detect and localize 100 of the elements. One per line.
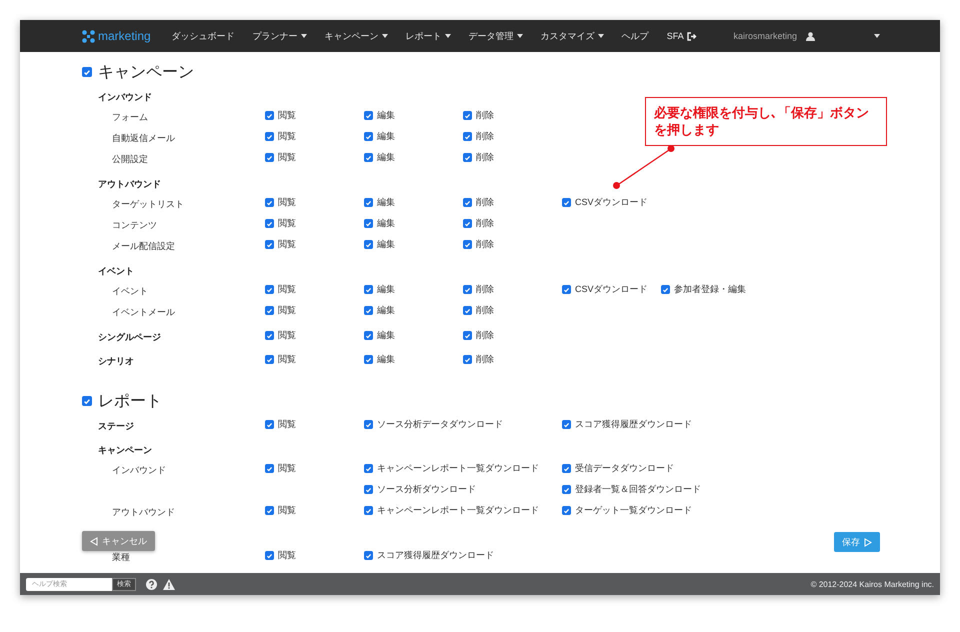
menu-item[interactable]: ダッシュボード — [162, 30, 244, 42]
checkbox[interactable] — [562, 198, 571, 207]
checkbox[interactable] — [82, 67, 92, 77]
checkbox[interactable] — [661, 285, 670, 294]
checkbox[interactable] — [463, 111, 472, 120]
checkbox-label: 削除 — [476, 329, 494, 342]
checkbox[interactable] — [265, 132, 274, 141]
checkbox[interactable] — [463, 331, 472, 340]
item-label: コンテンツ — [112, 220, 157, 230]
menu-item[interactable]: ヘルプ — [612, 30, 658, 42]
group-label: アウトバウンド — [98, 178, 161, 188]
checkbox[interactable] — [364, 153, 373, 162]
checkbox[interactable] — [265, 198, 274, 207]
checkbox-label: 編集 — [377, 283, 395, 296]
checkbox-label: 閲覧 — [278, 151, 296, 164]
checkbox[interactable] — [364, 198, 373, 207]
caret-icon[interactable] — [874, 34, 880, 38]
checkbox-label: 参加者登録・編集 — [674, 283, 746, 296]
checkbox-label: 編集 — [377, 353, 395, 366]
menu-item[interactable]: カスタマイズ — [532, 30, 613, 42]
logo-text[interactable]: marketing — [98, 29, 151, 43]
checkbox[interactable] — [265, 551, 274, 560]
checkbox[interactable] — [364, 111, 373, 120]
checkbox[interactable] — [463, 240, 472, 249]
warning-icon[interactable] — [163, 578, 175, 590]
checkbox[interactable] — [364, 219, 373, 228]
checkbox-label: 削除 — [476, 353, 494, 366]
checkbox-label: 閲覧 — [278, 283, 296, 296]
checkbox[interactable] — [364, 132, 373, 141]
checkbox[interactable] — [562, 420, 571, 429]
checkbox[interactable] — [463, 219, 472, 228]
group-label: ステージ — [98, 420, 134, 430]
group-label: キャンペーン — [98, 444, 152, 454]
checkbox[interactable] — [265, 355, 274, 364]
item-label: ターゲットリスト — [112, 198, 184, 208]
leader-line — [612, 144, 676, 190]
checkbox[interactable] — [562, 285, 571, 294]
menu-item[interactable]: データ管理 — [460, 30, 532, 42]
item-label: イベント — [112, 286, 148, 296]
user-icon[interactable] — [806, 32, 815, 40]
copyright-text: © 2012-2024 Kairos Marketing inc. — [810, 580, 934, 588]
checkbox-label: CSVダウンロード — [575, 196, 648, 209]
checkbox[interactable] — [463, 355, 472, 364]
checkbox-label: スコア獲得履歴ダウンロード — [575, 418, 692, 431]
checkbox[interactable] — [364, 240, 373, 249]
checkbox-label: 登録者一覧＆回答ダウンロード — [575, 483, 701, 496]
checkbox[interactable] — [364, 420, 373, 429]
left-triangle-icon — [90, 536, 98, 546]
checkbox[interactable] — [364, 551, 373, 560]
checkbox[interactable] — [463, 198, 472, 207]
checkbox[interactable] — [463, 153, 472, 162]
checkbox[interactable] — [364, 464, 373, 473]
checkbox[interactable] — [265, 111, 274, 120]
checkbox[interactable] — [562, 485, 571, 494]
checkbox[interactable] — [265, 285, 274, 294]
checkbox[interactable] — [265, 331, 274, 340]
checkbox[interactable] — [82, 396, 92, 406]
checkbox[interactable] — [265, 506, 274, 515]
checkbox[interactable] — [265, 420, 274, 429]
menu-item[interactable]: SFA — [658, 30, 706, 42]
checkbox[interactable] — [562, 506, 571, 515]
checkbox[interactable] — [463, 285, 472, 294]
checkbox[interactable] — [364, 355, 373, 364]
item-label: 自動返信メール — [112, 132, 175, 142]
checkbox[interactable] — [463, 132, 472, 141]
checkbox-label: 閲覧 — [278, 217, 296, 230]
checkbox-label: 削除 — [476, 238, 494, 251]
checkbox-label: ソース分析データダウンロード — [377, 418, 503, 431]
item-label: フォーム — [112, 112, 148, 122]
menu-item[interactable]: キャンペーン — [316, 30, 397, 42]
checkbox-label: 編集 — [377, 238, 395, 251]
checkbox[interactable] — [265, 464, 274, 473]
item-label: アウトバウンド — [112, 506, 175, 516]
item-label: 公開設定 — [112, 154, 148, 164]
checkbox[interactable] — [364, 331, 373, 340]
checkbox[interactable] — [364, 485, 373, 494]
checkbox-label: 閲覧 — [278, 109, 296, 122]
checkbox[interactable] — [463, 306, 472, 315]
checkbox-label: 閲覧 — [278, 462, 296, 475]
checkbox-label: 閲覧 — [278, 130, 296, 143]
checkbox-label: 閲覧 — [278, 549, 296, 562]
checkbox-label: キャンペーンレポート一覧ダウンロード — [377, 504, 539, 517]
checkbox-label: 編集 — [377, 130, 395, 143]
checkbox[interactable] — [364, 306, 373, 315]
checkbox-label: 編集 — [377, 329, 395, 342]
menu-item[interactable]: プランナー — [244, 30, 316, 42]
checkbox-label: 削除 — [476, 283, 494, 296]
menu-item[interactable]: レポート — [396, 30, 460, 42]
checkbox-label: 編集 — [377, 196, 395, 209]
checkbox[interactable] — [562, 464, 571, 473]
checkbox[interactable] — [265, 153, 274, 162]
checkbox-label: 編集 — [377, 151, 395, 164]
checkbox-label: 削除 — [476, 130, 494, 143]
checkbox[interactable] — [265, 240, 274, 249]
checkbox[interactable] — [364, 506, 373, 515]
checkbox[interactable] — [364, 285, 373, 294]
checkbox[interactable] — [265, 306, 274, 315]
help-icon[interactable] — [146, 578, 157, 590]
group-label: イベント — [98, 266, 134, 276]
checkbox[interactable] — [265, 219, 274, 228]
